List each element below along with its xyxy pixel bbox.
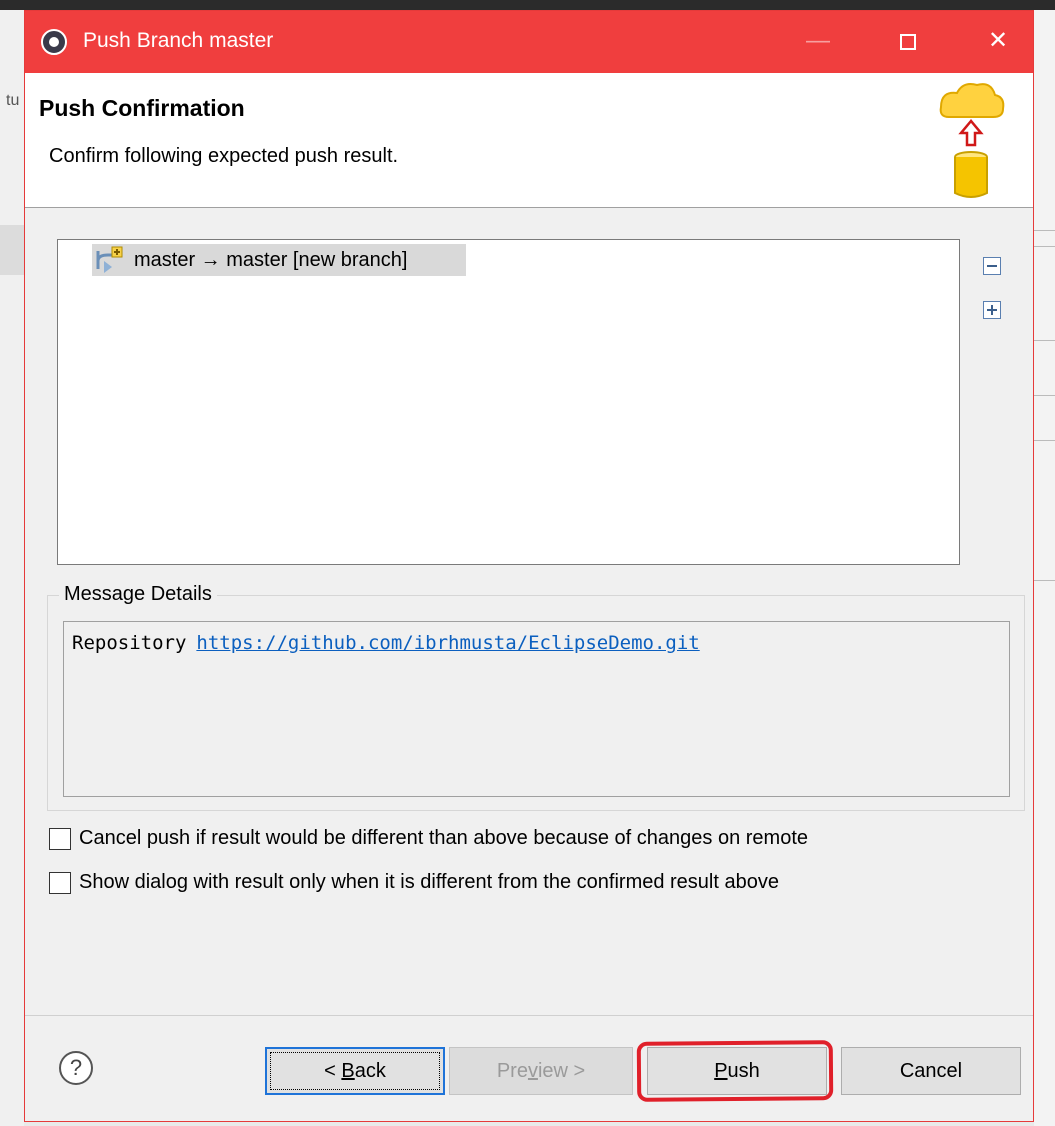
push-to-cloud-icon bbox=[939, 83, 1005, 198]
close-icon: ✕ bbox=[987, 27, 1009, 54]
show-only-when-different-checkbox[interactable] bbox=[49, 871, 71, 894]
cancel-if-different-option[interactable]: Cancel push if result would be different… bbox=[49, 827, 808, 850]
repository-url-link[interactable]: https://github.com/ibrhmusta/EclipseDemo… bbox=[196, 632, 699, 654]
collapse-all-icon[interactable] bbox=[983, 257, 1001, 275]
back-button[interactable]: < Back bbox=[265, 1047, 445, 1095]
background-divider bbox=[1034, 580, 1055, 581]
minimize-button[interactable]: — bbox=[795, 19, 841, 63]
preview-button[interactable]: Pre v iew > bbox=[449, 1047, 633, 1095]
window-title: Push Branch master bbox=[83, 29, 274, 52]
push-branch-dialog: Push Branch master — ✕ Push Confirmation… bbox=[24, 10, 1034, 1122]
branch-add-icon bbox=[96, 246, 123, 273]
help-icon: ? bbox=[69, 1055, 83, 1080]
maximize-button[interactable] bbox=[885, 19, 931, 63]
close-button[interactable]: ✕ bbox=[975, 19, 1021, 63]
push-result-tree[interactable]: master → master [new branch] bbox=[57, 239, 960, 565]
maximize-icon bbox=[900, 33, 916, 50]
show-only-when-different-option[interactable]: Show dialog with result only when it is … bbox=[49, 871, 779, 894]
help-button[interactable]: ? bbox=[59, 1051, 93, 1085]
message-details-label: Message Details bbox=[59, 583, 217, 606]
background-panel-divider bbox=[0, 225, 24, 275]
expand-all-icon[interactable] bbox=[983, 301, 1001, 319]
cancel-if-different-label: Cancel push if result would be different… bbox=[79, 827, 808, 849]
background-app-right-panel bbox=[1034, 10, 1055, 1126]
title-bar[interactable]: Push Branch master — ✕ bbox=[25, 11, 1033, 73]
background-divider bbox=[1034, 395, 1055, 396]
repository-label: Repository bbox=[72, 632, 187, 654]
page-description: Confirm following expected push result. bbox=[49, 145, 399, 167]
background-divider bbox=[1034, 440, 1055, 441]
cancel-if-different-checkbox[interactable] bbox=[49, 827, 71, 850]
push-button-highlight-annotation bbox=[636, 1040, 834, 1102]
page-title: Push Confirmation bbox=[39, 95, 245, 121]
footer-divider bbox=[25, 1015, 1033, 1016]
tree-item-branch[interactable]: master → master [new branch] bbox=[92, 244, 466, 276]
show-only-when-different-label: Show dialog with result only when it is … bbox=[79, 871, 779, 893]
background-divider bbox=[1034, 340, 1055, 341]
wizard-header: Push Confirmation Confirm following expe… bbox=[25, 73, 1033, 208]
background-app-toolbar bbox=[0, 0, 1055, 10]
cancel-button[interactable]: Cancel bbox=[841, 1047, 1021, 1095]
background-divider bbox=[1034, 246, 1055, 247]
background-text-fragment: tu bbox=[6, 92, 20, 109]
background-divider bbox=[1034, 230, 1055, 231]
message-details-text[interactable]: Repository https://github.com/ibrhmusta/E… bbox=[63, 621, 1010, 797]
eclipse-icon bbox=[41, 29, 67, 55]
tree-item-label: master → master [new branch] bbox=[134, 248, 408, 271]
background-app-left-panel: tu bbox=[0, 10, 24, 1126]
